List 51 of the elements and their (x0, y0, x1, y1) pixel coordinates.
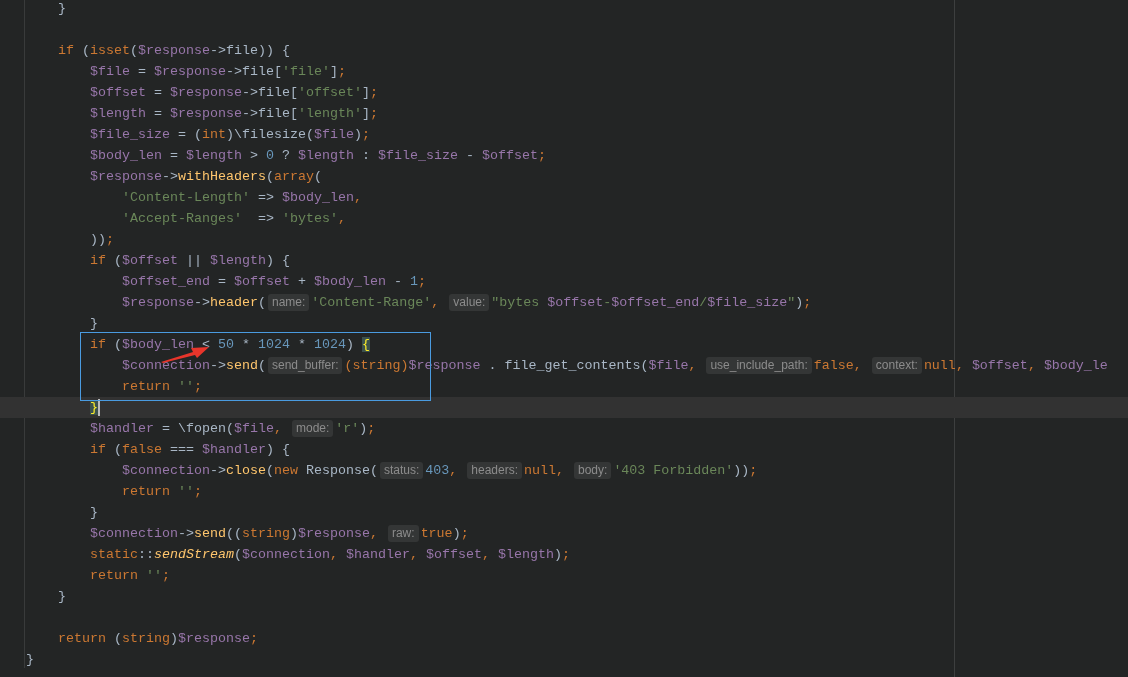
code-text: 'r'); (335, 419, 376, 438)
code-text: null, (524, 461, 565, 480)
code-text: } (89, 398, 98, 417)
parameter-hint: name: (267, 294, 310, 311)
text-cursor (98, 399, 100, 416)
parameter-hint: body: (574, 462, 612, 479)
parameter-hint: context: (871, 357, 922, 374)
code-text: )); (89, 230, 114, 249)
code-text: } (89, 503, 98, 522)
code-text: "bytes $offset-$offset_end/$file_size"); (491, 293, 812, 312)
code-text: 'Accept-Ranges' => 'bytes', (120, 209, 346, 228)
code-editor[interactable] (0, 0, 1128, 677)
code-text: if (false === $handler) { (89, 440, 290, 459)
code-text: static::sendStream($connection, $handler, $offset, $length); (89, 545, 570, 564)
code-text: } (89, 314, 98, 333)
code-text: $offset_end = $offset + $body_len - 1; (120, 272, 426, 291)
code-text: $file_size = (int)\filesize($file); (89, 125, 370, 144)
code-text: false, (813, 356, 863, 375)
parameter-hint: use_include_path: (706, 357, 812, 374)
code-text: return ''; (120, 377, 202, 396)
code-text: if (isset($response->file)) { (57, 41, 290, 60)
code-text: 'Content-Length' => $body_len, (120, 188, 362, 207)
code-text: null, $offset, $body_le (923, 356, 1108, 375)
parameter-hint: send_buffer: (267, 357, 343, 374)
parameter-hint: status: (379, 462, 424, 479)
code-text: 'Content-Range', (311, 293, 441, 312)
code-text: $response->withHeaders(array( (89, 167, 322, 186)
code-text: if ($body_len < 50 * 1024 * 1024) { (89, 335, 370, 354)
code-text: $offset = $response->file['offset']; (89, 83, 378, 102)
code-text: } (57, 0, 66, 18)
code-text: $file = $response->file['file']; (89, 62, 346, 81)
code-text: $response->header( (120, 293, 266, 312)
code-text: } (57, 587, 66, 606)
parameter-hint: value: (449, 294, 490, 311)
code-text: if ($offset || $length) { (89, 251, 290, 270)
code-text: } (26, 650, 34, 669)
code-text: true); (420, 524, 469, 543)
parameter-hint: mode: (291, 420, 334, 437)
code-text: $handler = \fopen($file, (89, 419, 283, 438)
code-text: $connection->send( (120, 356, 266, 375)
code-text: $length = $response->file['length']; (89, 104, 378, 123)
code-text: $connection->close(new Response( (120, 461, 378, 480)
code-text: 403, (425, 461, 459, 480)
code-text: $connection->send((string)$response, (89, 524, 379, 543)
code-text: return (string)$response; (57, 629, 258, 648)
code-text: return ''; (120, 482, 202, 501)
parameter-hint: headers: (467, 462, 522, 479)
code-text: '403 Forbidden')); (613, 461, 758, 480)
code-text: return ''; (89, 566, 170, 585)
code-text: $body_len = $length > 0 ? $length : $file_size - $offset; (89, 146, 546, 165)
parameter-hint: raw: (387, 525, 419, 542)
